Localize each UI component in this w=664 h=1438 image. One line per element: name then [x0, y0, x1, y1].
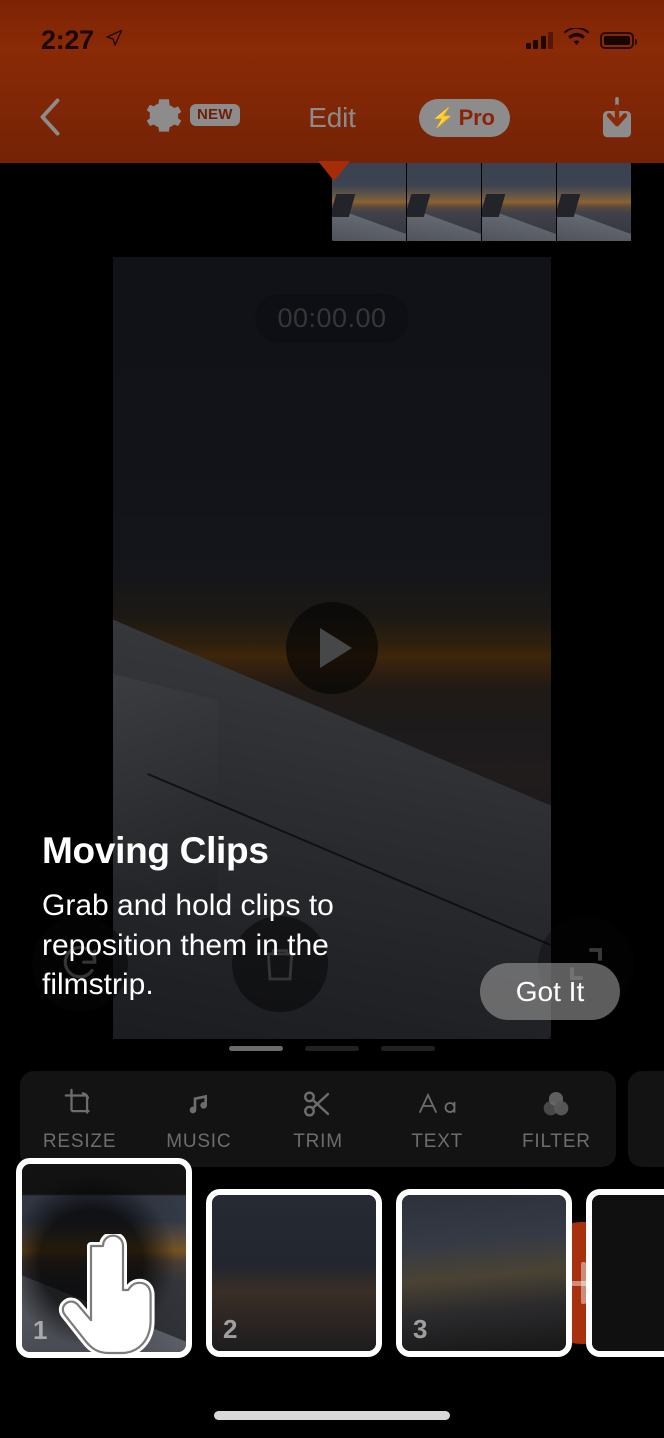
clip-4-image	[592, 1195, 664, 1351]
filmstrip-frame[interactable]	[407, 163, 482, 241]
clip-3-number: 3	[413, 1314, 428, 1344]
scissors-icon	[301, 1086, 335, 1122]
clip-thumbnail-4[interactable]	[586, 1189, 664, 1357]
status-bar: 2:27	[0, 0, 664, 68]
toolbar-label-trim: TRIM	[293, 1130, 343, 1152]
pager-dot-2[interactable]	[305, 1046, 359, 1051]
home-indicator-bar	[214, 1411, 450, 1420]
toolbar-item-filter[interactable]: FILTER	[497, 1071, 616, 1167]
toolbar-item-resize[interactable]: RESIZE	[20, 1071, 139, 1167]
app-header: 2:27 NEW Edit ⚡ Pro	[0, 0, 664, 163]
pro-badge-button[interactable]: ⚡ Pro	[419, 99, 510, 137]
nav-bar: NEW Edit ⚡ Pro	[0, 84, 664, 152]
crop-resize-icon	[63, 1086, 97, 1122]
toolbar-item-text[interactable]: TEXT	[378, 1071, 497, 1167]
location-arrow-icon	[104, 28, 124, 48]
page-title: Edit	[308, 102, 356, 133]
lightning-bolt-icon: ⚡	[431, 107, 455, 129]
toolbar-item-music[interactable]: MUSIC	[139, 1071, 258, 1167]
clip-thumbnail-2[interactable]: 2	[206, 1189, 382, 1357]
wifi-icon	[563, 26, 590, 52]
toolbar-label-music: MUSIC	[166, 1130, 232, 1152]
toolbar-label-filter: FILTER	[521, 1130, 591, 1152]
filmstrip-frame[interactable]	[557, 163, 632, 241]
pro-badge-label: Pro	[458, 105, 495, 130]
music-note-icon	[183, 1086, 215, 1122]
download-export-icon[interactable]	[596, 95, 638, 141]
battery-icon	[600, 31, 637, 49]
got-it-button[interactable]: Got It	[480, 963, 620, 1020]
toolbar-item-trim[interactable]: TRIM	[258, 1071, 377, 1167]
coach-mark-pager	[0, 1046, 664, 1051]
triangle-pointer-icon	[318, 161, 350, 181]
cellular-signal-icon	[525, 31, 553, 49]
pager-dot-1[interactable]	[229, 1046, 283, 1051]
status-bar-indicators	[525, 26, 637, 52]
clip-thumbnail-3[interactable]: 3	[396, 1189, 572, 1357]
coach-mark-title: Moving Clips	[42, 830, 269, 871]
toolbar-label-resize: RESIZE	[42, 1130, 117, 1152]
toolbar-label-text: TEXT	[411, 1130, 464, 1152]
top-filmstrip-panel[interactable]	[332, 163, 632, 241]
pointing-hand-cursor-icon	[58, 1231, 162, 1366]
pager-dot-3[interactable]	[381, 1046, 435, 1051]
clip-1-number: 1	[33, 1315, 48, 1345]
filter-circles-icon	[538, 1086, 574, 1122]
app-screen: 00:00.00 Moving Clips Grab and hold clip…	[0, 0, 664, 1438]
edit-toolbar: RESIZE MUSIC TRIM TEXT FILTER	[20, 1071, 616, 1167]
clip-2-number: 2	[223, 1314, 238, 1344]
status-bar-time: 2:27	[41, 25, 94, 55]
filmstrip-frame[interactable]	[482, 163, 557, 241]
text-aa-icon	[417, 1086, 457, 1122]
coach-mark-description: Grab and hold clips to reposition them i…	[42, 889, 334, 1002]
toolbar-overflow-panel[interactable]	[628, 1071, 664, 1167]
